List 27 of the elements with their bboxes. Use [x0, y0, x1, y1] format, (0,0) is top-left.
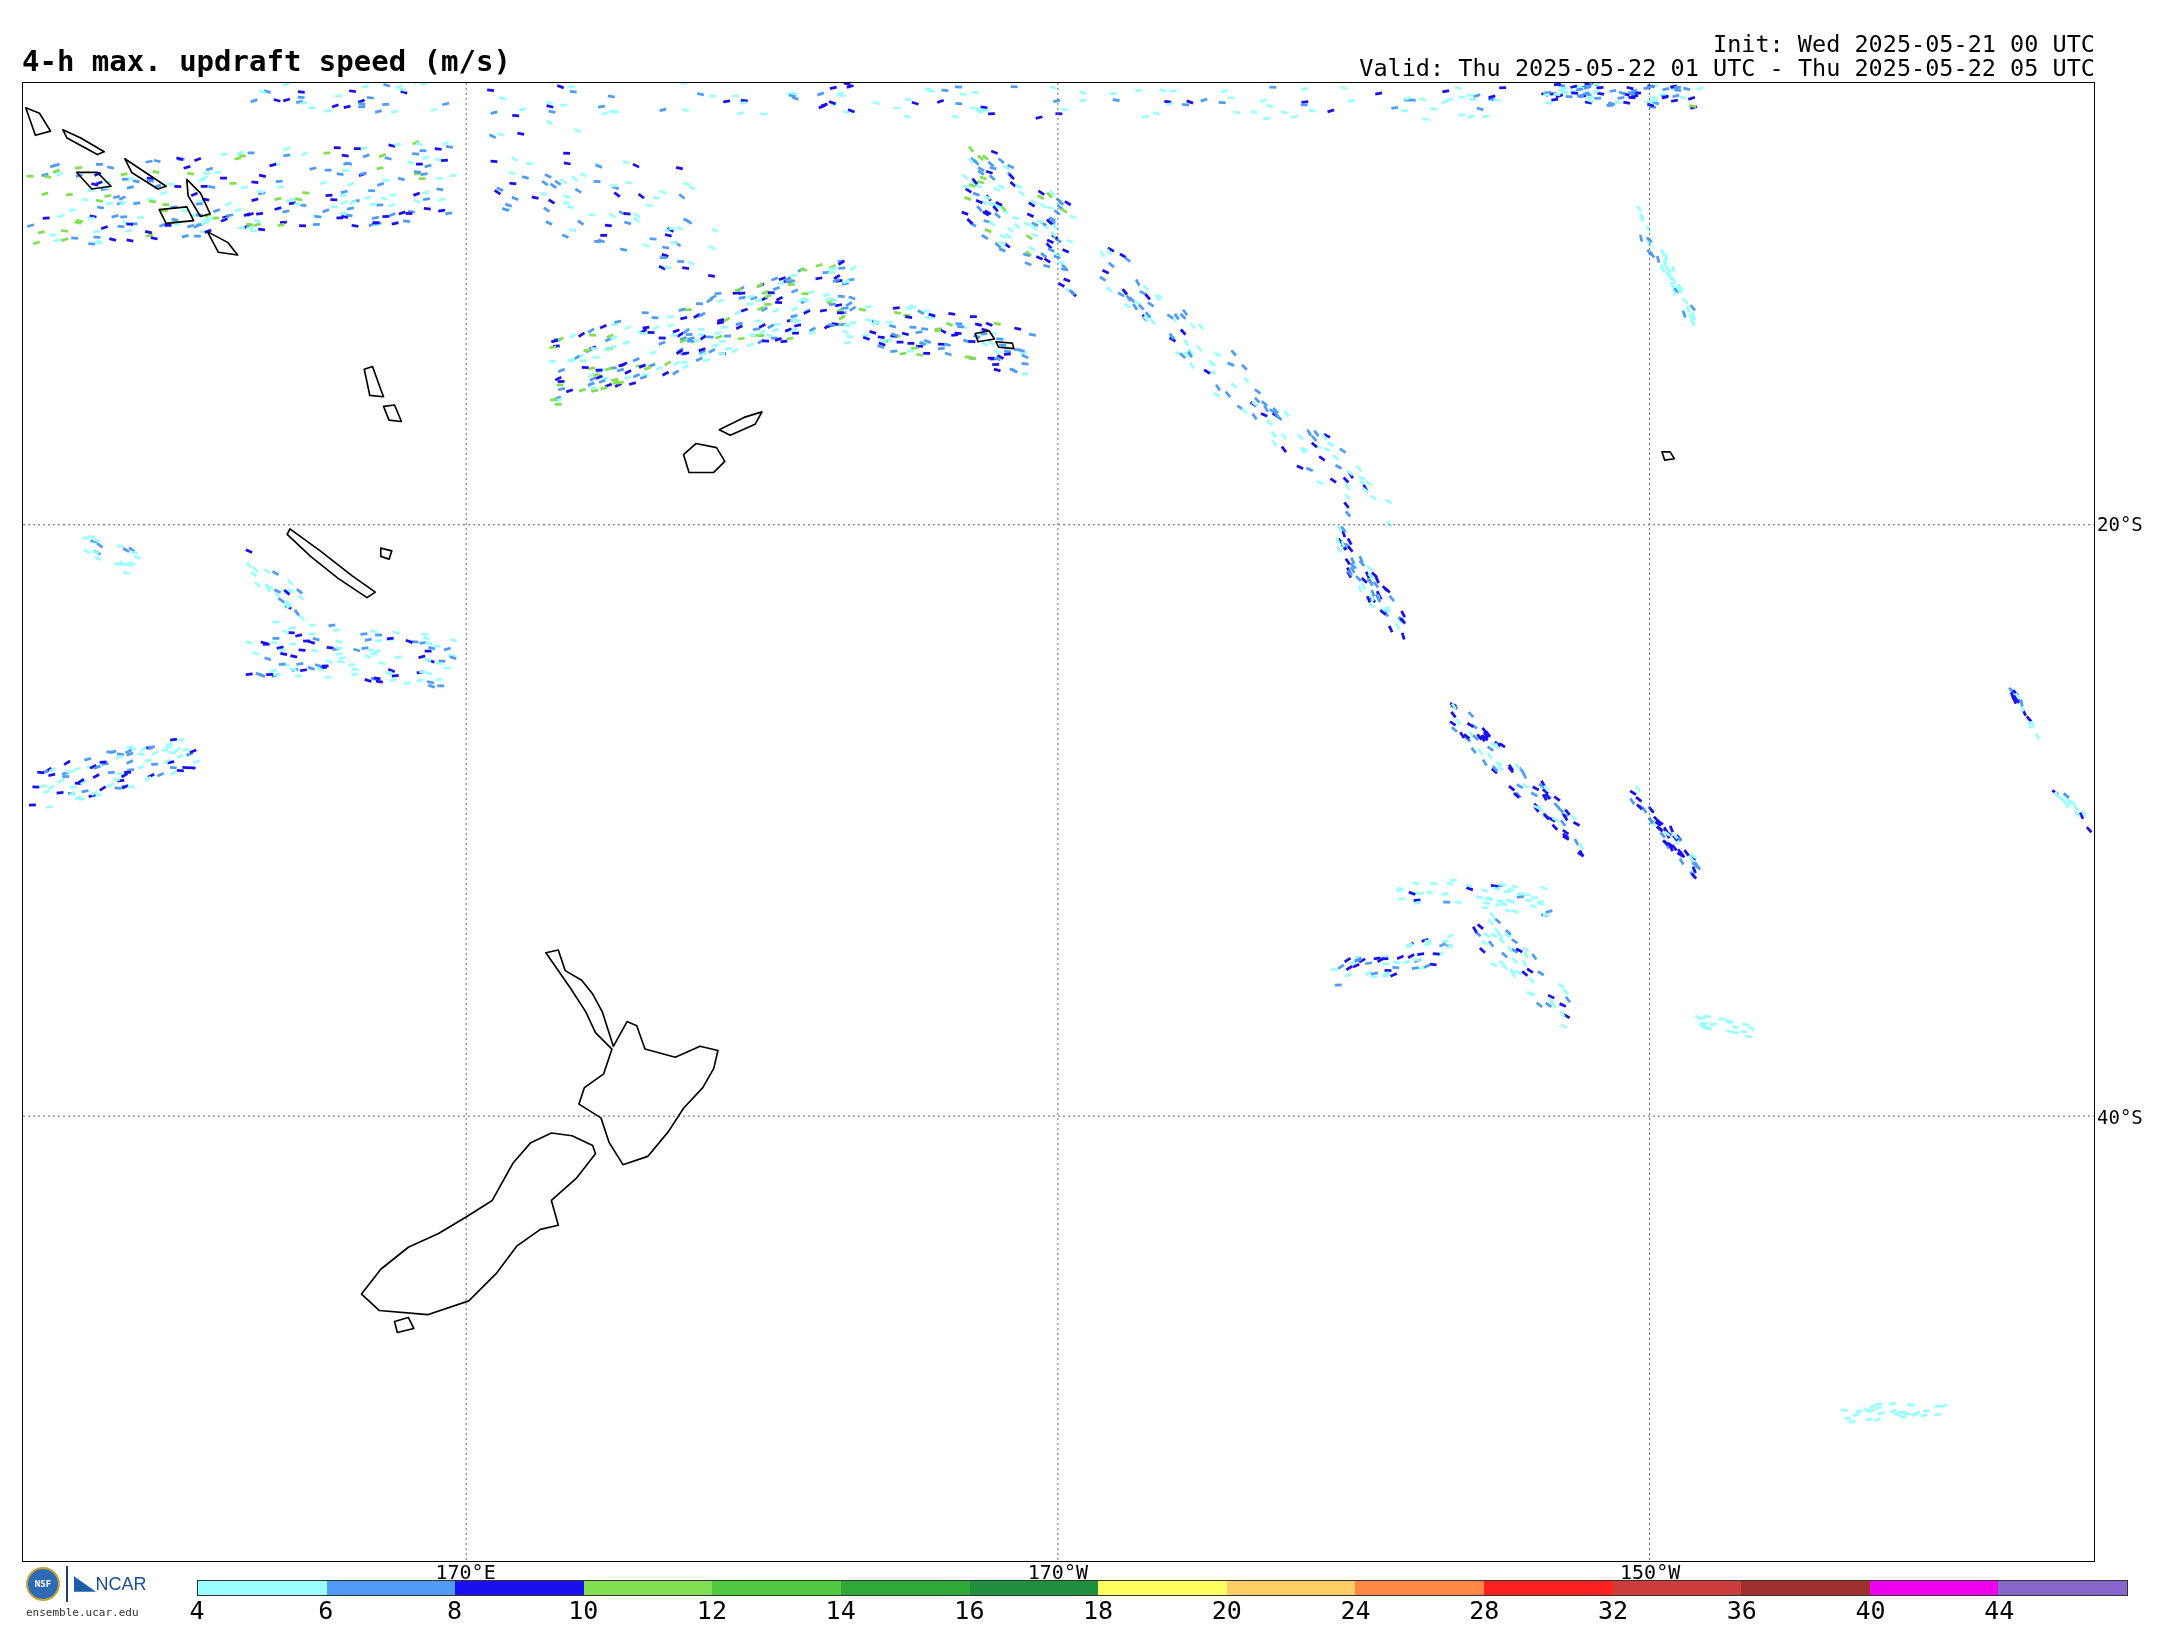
scale-label: 18	[1083, 1598, 1114, 1623]
scale-label: 24	[1340, 1598, 1371, 1623]
scale-label: 28	[1469, 1598, 1500, 1623]
scale-label: 44	[1984, 1598, 2015, 1623]
scale-label: 6	[318, 1598, 334, 1623]
scale-label: 20	[1211, 1598, 1242, 1623]
seal-logo: NSF	[26, 1567, 60, 1601]
longitude-label: 150°W	[1620, 1562, 1681, 1582]
website-label: ensemble.ucar.edu	[26, 1606, 139, 1619]
wave-logo-icon	[73, 1576, 96, 1592]
chart-title: 4-h max. updraft speed (m/s)	[22, 47, 511, 80]
init-time: Init: Wed 2025-05-21 00 UTC	[1713, 33, 2095, 57]
scale-label: 36	[1726, 1598, 1757, 1623]
organization-logo: NCAR	[95, 1573, 147, 1595]
scale-label: 32	[1598, 1598, 1629, 1623]
scale-label: 14	[825, 1598, 856, 1623]
longitude-label: 170°E	[435, 1562, 496, 1582]
scale-label: 10	[568, 1598, 599, 1623]
latitude-label: 20°S	[2097, 513, 2143, 536]
scale-label: 12	[696, 1598, 727, 1623]
scale-label: 8	[446, 1598, 462, 1623]
scale-label: 16	[954, 1598, 985, 1623]
scale-label: 40	[1855, 1598, 1886, 1623]
longitude-label: 170°W	[1027, 1562, 1088, 1582]
scale-label: 4	[189, 1598, 205, 1623]
latitude-label: 40°S	[2097, 1105, 2143, 1128]
valid-time: Valid: Thu 2025-05-22 01 UTC - Thu 2025-05-22 05 UTC	[1359, 56, 2095, 80]
